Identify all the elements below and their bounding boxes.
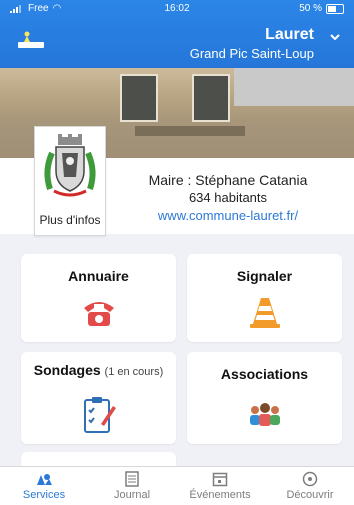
tile-sondages-title-wrap: Sondages (1 en cours) (21, 362, 176, 378)
traffic-cone-icon (249, 298, 280, 328)
tab-journal-label: Journal (113, 489, 151, 501)
tab-evenements[interactable]: Événements (176, 467, 264, 505)
telephone-icon (83, 302, 114, 326)
tab-decouvrir-label: Découvrir (286, 489, 334, 501)
compass-icon (302, 471, 318, 487)
tile-sondages-subtitle: (1 en cours) (104, 366, 164, 378)
calendar-icon (212, 472, 228, 487)
tile-associations[interactable]: Associations (187, 352, 342, 444)
tab-evenements-label: Événements (189, 489, 251, 501)
app-logo-icon[interactable] (18, 30, 44, 50)
tab-services-label: Services (22, 489, 66, 501)
tab-decouvrir[interactable]: Découvrir (266, 467, 354, 505)
tab-journal[interactable]: Journal (88, 467, 176, 505)
newspaper-icon (125, 471, 139, 487)
website-link[interactable]: www.commune-lauret.fr/ (110, 208, 346, 223)
mayor-text: Maire : Stéphane Catania (148, 172, 308, 188)
tab-services[interactable]: Services (0, 467, 88, 505)
top-bar: Free ◠ 16:02 50 % Lauret Grand Pic Saint… (0, 0, 354, 68)
tile-associations-title: Associations (220, 366, 309, 382)
tile-sondages-title: Sondages (33, 362, 101, 378)
tile-annuaire[interactable]: Annuaire (21, 254, 176, 342)
tile-sondages[interactable]: Sondages (1 en cours) (21, 352, 176, 444)
bottom-tab-bar: Services Journal Événements Découvrir (0, 466, 354, 505)
commune-details: Maire : Stéphane Catania 634 habitants w… (110, 172, 346, 223)
coat-of-arms-icon (44, 134, 96, 197)
chevron-down-icon[interactable] (330, 34, 340, 40)
more-info-label: Plus d'infos (39, 213, 101, 227)
city-name: Lauret (265, 26, 314, 43)
population-text: 634 habitants (188, 190, 268, 205)
survey-clipboard-icon (83, 397, 116, 433)
battery-label: 50 % (299, 3, 322, 14)
battery-icon (326, 3, 344, 14)
tile-signaler-title: Signaler (236, 268, 293, 284)
region-name: Grand Pic Saint-Loup (189, 46, 314, 61)
services-icon (37, 474, 52, 485)
more-info-button[interactable]: Plus d'infos (34, 126, 106, 236)
tile-annuaire-title: Annuaire (68, 268, 129, 284)
commune-selector[interactable]: Lauret Grand Pic Saint-Loup (190, 26, 314, 61)
status-bar: Free ◠ 16:02 50 % (0, 0, 354, 18)
people-group-icon (249, 403, 280, 426)
tile-signaler[interactable]: Signaler (187, 254, 342, 342)
